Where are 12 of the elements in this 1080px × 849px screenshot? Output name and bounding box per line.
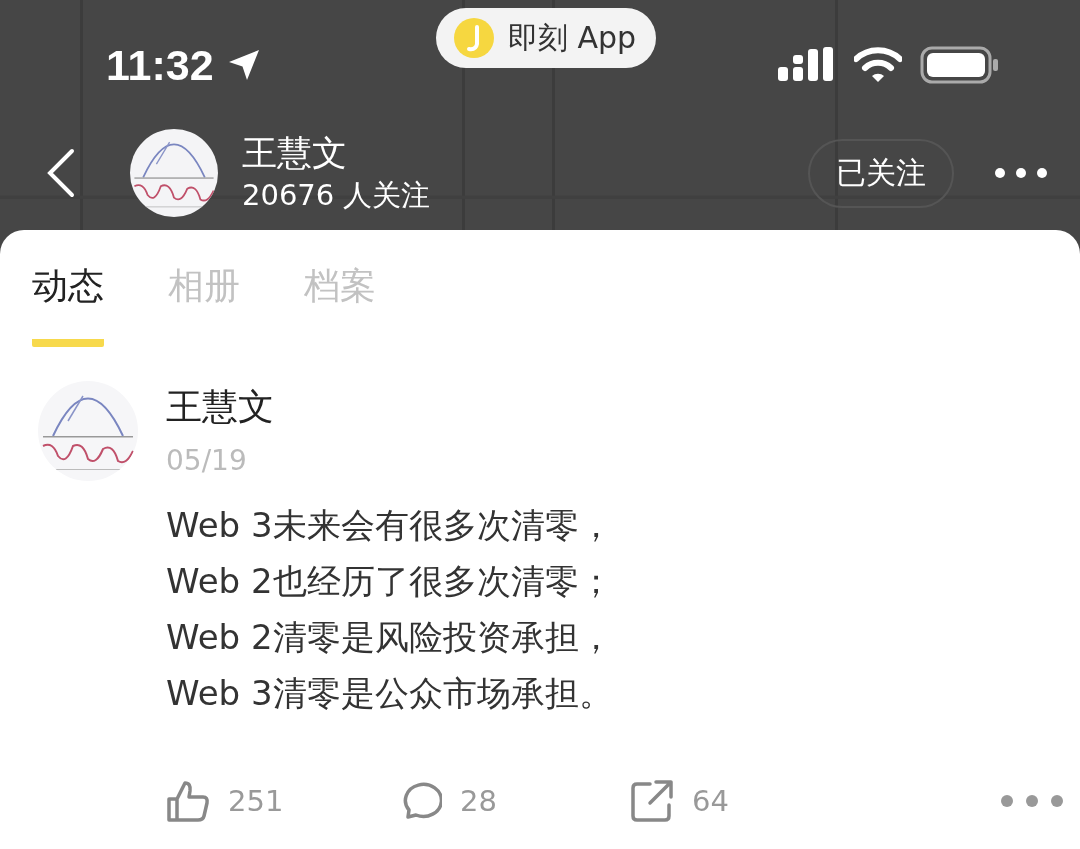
- post-text-line: Web 3清零是公众市场承担。: [166, 672, 613, 715]
- tab[interactable]: 动态: [32, 262, 104, 347]
- post-text-line: Web 2清零是风险投资承担，: [166, 616, 613, 659]
- post-text-line: Web 2也经历了很多次清零；: [166, 560, 613, 603]
- action-count: 64: [692, 784, 729, 818]
- author-name: 王慧文: [166, 385, 274, 429]
- post-date: 05/19: [166, 443, 247, 479]
- action-count: 28: [460, 784, 497, 818]
- action-count: 251: [228, 784, 284, 818]
- share-icon[interactable]: [630, 779, 674, 823]
- post-text-line: Web 3未来会有很多次清零，: [166, 504, 613, 547]
- thumbs-up-icon[interactable]: [166, 779, 210, 823]
